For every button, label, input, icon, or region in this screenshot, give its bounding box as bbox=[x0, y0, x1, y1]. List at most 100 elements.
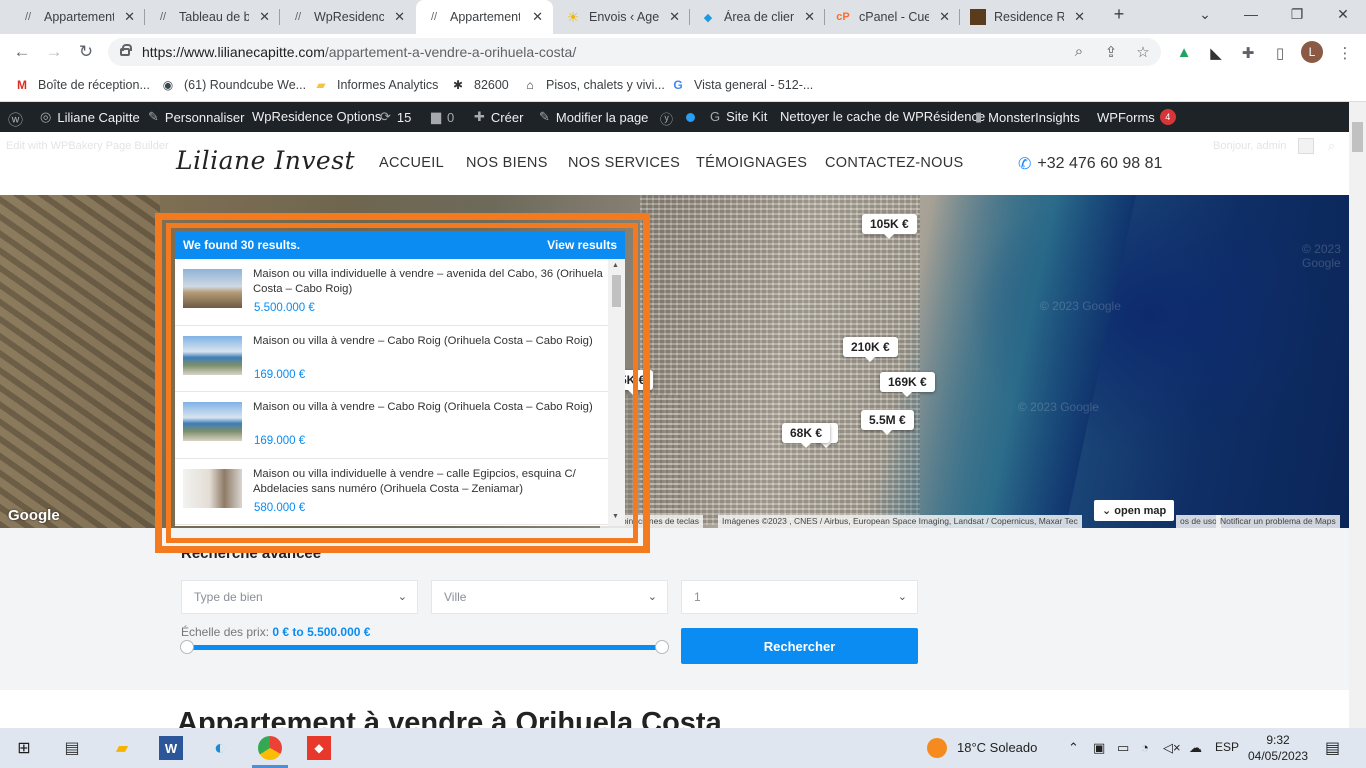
edge-icon[interactable]: ◐ bbox=[208, 736, 232, 760]
result-title[interactable]: Maison ou villa à vendre – Cabo Roig (Or… bbox=[253, 400, 603, 415]
word-icon[interactable]: W bbox=[159, 736, 183, 760]
bookmark-item[interactable]: G Vista general - 512-... bbox=[670, 77, 813, 93]
close-icon[interactable]: ✕ bbox=[394, 9, 405, 25]
price-range-track[interactable] bbox=[187, 645, 662, 650]
new-content-link[interactable]: ✚ Créer bbox=[474, 109, 523, 125]
anydesk-icon[interactable]: ◆ bbox=[307, 736, 331, 760]
language-indicator[interactable]: ESP bbox=[1215, 740, 1239, 754]
result-item[interactable]: Maison ou villa individuelle à vendre – … bbox=[175, 259, 608, 326]
bookmark-item[interactable]: ⌂ Pisos, chalets y vivi... bbox=[522, 77, 664, 93]
clear-cache-link[interactable]: Nettoyer le cache de WPRésidence bbox=[780, 109, 985, 124]
result-title[interactable]: Maison ou villa individuelle à vendre – … bbox=[253, 467, 603, 497]
browser-tab[interactable]: // Tableau de bo ✕ bbox=[145, 0, 280, 34]
minimize-button[interactable]: — bbox=[1240, 6, 1262, 22]
bookmark-item[interactable]: ✱ 82600 bbox=[450, 77, 509, 93]
file-explorer-icon[interactable]: ▰ bbox=[110, 736, 134, 760]
back-button[interactable]: ← bbox=[10, 41, 34, 63]
meet-icon[interactable]: ▣ bbox=[1093, 740, 1105, 756]
reload-button[interactable]: ↻ bbox=[74, 41, 98, 63]
admin-greeting[interactable]: Bonjour, admin bbox=[1213, 140, 1286, 152]
price-max-handle[interactable] bbox=[655, 640, 669, 654]
map-price-marker[interactable]: 169K € bbox=[880, 372, 935, 397]
result-title[interactable]: Maison ou villa individuelle à vendre – … bbox=[253, 267, 603, 297]
nav-accueil[interactable]: ACCUEIL bbox=[379, 155, 444, 171]
property-type-select[interactable]: Type de bien ⌄ bbox=[181, 580, 418, 614]
extension-icon[interactable]: ◣ bbox=[1207, 44, 1225, 62]
property-thumbnail[interactable] bbox=[183, 468, 242, 508]
restore-button[interactable]: ❐ bbox=[1286, 6, 1308, 23]
nav-nos-services[interactable]: NOS SERVICES bbox=[568, 155, 680, 171]
wpresidence-options-link[interactable]: WpResidence Options bbox=[252, 109, 381, 124]
map-price-marker[interactable]: 105K € bbox=[862, 214, 917, 239]
close-icon[interactable]: ✕ bbox=[939, 9, 950, 25]
updates-link[interactable]: ⟳ 15 bbox=[380, 109, 411, 125]
customize-link[interactable]: ✎ Personnaliser bbox=[148, 109, 244, 125]
map-price-marker[interactable]: 210K € bbox=[843, 337, 898, 362]
close-icon[interactable]: ✕ bbox=[1074, 9, 1085, 25]
nav-nos-biens[interactable]: NOS BIENS bbox=[466, 155, 548, 171]
scroll-up-icon[interactable]: ▲ bbox=[612, 262, 619, 269]
rooms-select[interactable]: 1 ⌄ bbox=[681, 580, 918, 614]
price-min-handle[interactable] bbox=[180, 640, 194, 654]
notifications-icon[interactable]: ▤ bbox=[1325, 738, 1340, 758]
volume-icon[interactable]: ◁× bbox=[1163, 740, 1181, 756]
result-item[interactable]: Maison ou villa à vendre – Cabo Roig (Or… bbox=[175, 392, 608, 459]
wpforms-link[interactable]: WPForms 4 bbox=[1097, 109, 1176, 125]
property-thumbnail[interactable] bbox=[183, 402, 242, 441]
share-icon[interactable]: ⇪ bbox=[1102, 43, 1120, 61]
edit-page-link[interactable]: ✎ Modifier la page bbox=[539, 109, 648, 125]
monsterinsights-link[interactable]: ▮ MonsterInsights bbox=[975, 109, 1080, 125]
browser-tab-active[interactable]: // Appartement ✕ bbox=[416, 0, 553, 34]
map-terms-link[interactable]: os de uso bbox=[1176, 515, 1221, 528]
nav-contactez-nous[interactable]: CONTACTEZ-NOUS bbox=[825, 155, 963, 171]
yoast-icon[interactable]: ⓨ bbox=[660, 109, 679, 128]
new-tab-button[interactable]: + bbox=[1108, 4, 1130, 25]
wpbakery-link[interactable]: Edit with WPBakery Page Builder bbox=[6, 140, 169, 152]
phone-link[interactable]: ✆ +32 476 60 98 81 bbox=[1018, 154, 1162, 174]
scrollbar-thumb[interactable] bbox=[612, 275, 621, 307]
result-title[interactable]: Maison ou villa à vendre – Cabo Roig (Or… bbox=[253, 334, 603, 349]
menu-icon[interactable]: ⋮ bbox=[1336, 44, 1354, 62]
bookmark-item[interactable]: ▰ Informes Analytics bbox=[313, 77, 438, 93]
bookmark-item[interactable]: M Boîte de réception... bbox=[14, 77, 150, 93]
system-clock[interactable]: 9:32 04/05/2023 bbox=[1248, 732, 1308, 764]
address-bar[interactable]: https://www.lilianecapitte.com/apparteme… bbox=[108, 38, 1161, 66]
chevron-up-icon[interactable]: ⌃ bbox=[1068, 740, 1079, 756]
side-panel-icon[interactable]: ▯ bbox=[1271, 44, 1289, 62]
browser-tab[interactable]: Residence Re ✕ bbox=[960, 0, 1095, 34]
page-scrollbar[interactable] bbox=[1349, 102, 1366, 728]
tab-search-button[interactable]: ⌄ bbox=[1194, 6, 1216, 23]
map-price-marker[interactable]: 5.5M € bbox=[861, 410, 914, 435]
scroll-down-icon[interactable]: ▼ bbox=[612, 513, 619, 520]
city-select[interactable]: Ville ⌄ bbox=[431, 580, 668, 614]
nav-temoignages[interactable]: TÉMOIGNAGES bbox=[696, 155, 807, 171]
profile-avatar[interactable]: L bbox=[1301, 41, 1323, 63]
browser-tab[interactable]: // Appartement ✕ bbox=[10, 0, 145, 34]
browser-tab[interactable]: ◆ Área de client ✕ bbox=[690, 0, 825, 34]
window-close-button[interactable]: ✕ bbox=[1332, 6, 1354, 23]
task-view-icon[interactable]: ▤ bbox=[60, 736, 84, 760]
close-icon[interactable]: ✕ bbox=[259, 9, 270, 25]
browser-tab[interactable]: ☀ Envois ‹ Agen ✕ bbox=[555, 0, 690, 34]
site-name-link[interactable]: ◎ Liliane Capitte bbox=[40, 109, 140, 125]
close-icon[interactable]: ✕ bbox=[804, 9, 815, 25]
chrome-icon[interactable] bbox=[258, 736, 282, 760]
open-map-button[interactable]: ⌄ open map bbox=[1094, 500, 1175, 521]
google-drive-icon[interactable]: ▲ bbox=[1175, 44, 1193, 61]
property-thumbnail[interactable] bbox=[183, 335, 242, 375]
map-price-marker[interactable]: 68K € bbox=[782, 423, 831, 448]
comments-link[interactable]: ▆ 0 bbox=[431, 109, 454, 125]
battery-icon[interactable]: ▭ bbox=[1117, 740, 1129, 756]
results-scrollbar[interactable]: ▲ ▼ bbox=[608, 259, 625, 526]
extensions-puzzle-icon[interactable]: ✚ bbox=[1239, 44, 1257, 62]
cloud-icon[interactable]: ☁ bbox=[1189, 740, 1202, 756]
result-item[interactable]: Maison ou villa à vendre – Cabo Roig (Or… bbox=[175, 326, 608, 392]
windows-start-icon[interactable]: ⊞ bbox=[12, 736, 36, 760]
bookmark-item[interactable]: ◉ (61) Roundcube We... bbox=[160, 77, 306, 93]
property-thumbnail[interactable] bbox=[183, 269, 242, 308]
page-scrollbar-thumb[interactable] bbox=[1352, 122, 1363, 152]
result-item[interactable]: Maison ou villa individuelle à vendre – … bbox=[175, 459, 608, 525]
zoom-icon[interactable]: ⌕ bbox=[1070, 43, 1088, 60]
close-icon[interactable]: ✕ bbox=[669, 9, 680, 25]
map-report-link[interactable]: Notificar un problema de Maps bbox=[1216, 515, 1340, 528]
